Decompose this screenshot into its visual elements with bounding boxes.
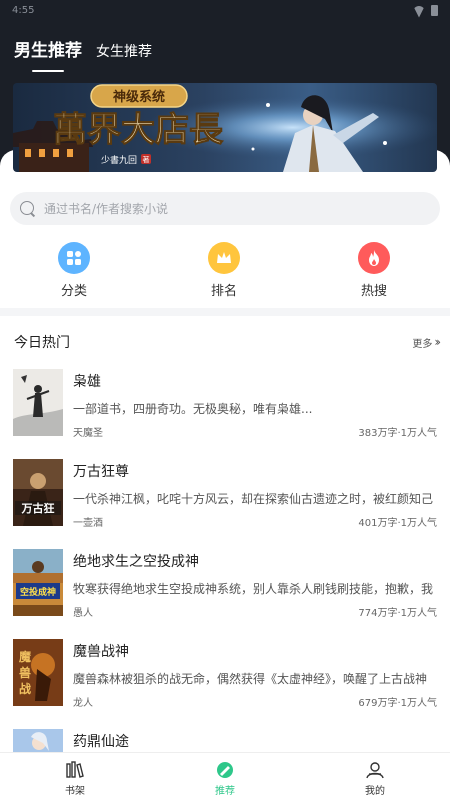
- book-item[interactable]: 万古狂 万古狂尊 一代杀神江枫，叱咤十方风云，却在探索仙古遗迹之时，被红颜知己 …: [13, 459, 437, 529]
- book-author: 愚人: [73, 608, 93, 619]
- book-cover: 万古狂: [13, 459, 63, 526]
- wifi-icon: [413, 6, 425, 15]
- book-description: 牧寒获得绝地求生空投成神系统，别人靠杀人刷钱刷技能，抱歉，我: [73, 582, 434, 596]
- book-title: 万古狂尊: [73, 464, 129, 480]
- profile-icon: [366, 762, 384, 779]
- book-title: 药鼎仙途: [73, 734, 129, 750]
- search-icon: [20, 200, 36, 217]
- svg-text:空投成神: 空投成神: [20, 586, 56, 598]
- book-author: 一壶酒: [73, 518, 103, 529]
- nav-label: 书架: [65, 786, 85, 797]
- book-title: 绝地求生之空投成神: [73, 554, 199, 570]
- book-meta: 383万字·1万人气: [358, 428, 437, 439]
- book-author: 天魔圣: [73, 428, 103, 439]
- nav-label: 我的: [365, 786, 385, 797]
- quick-action-label: 分类: [60, 284, 87, 299]
- book-cover: 魔 兽 战: [13, 639, 63, 706]
- tab-male-recommend[interactable]: 男生推荐: [14, 36, 82, 72]
- hot-section-header: 今日热门 更多 ››: [14, 332, 441, 352]
- book-title: 魔兽战神: [73, 644, 129, 660]
- book-description: 魔兽森林被狙杀的战无命，偶然获得《太虚神经》，唤醒了上古战神: [73, 672, 428, 686]
- top-tabs: 男生推荐 女生推荐: [14, 36, 152, 72]
- book-meta: 774万字·1万人气: [358, 608, 437, 619]
- banner-badge: 神级系统: [113, 89, 165, 104]
- search-placeholder: 通过书名/作者搜索小说: [44, 202, 169, 216]
- more-button[interactable]: 更多 ››: [412, 335, 440, 350]
- svg-text:兽: 兽: [19, 665, 31, 680]
- more-label: 更多: [412, 338, 433, 350]
- quick-action-category[interactable]: 分类: [39, 242, 109, 299]
- bottom-nav: 书架 推荐 我的: [0, 752, 450, 800]
- svg-text:魔: 魔: [19, 649, 32, 664]
- fire-icon: [358, 242, 390, 274]
- battery-icon: [431, 4, 438, 16]
- bookshelf-icon: [66, 761, 84, 778]
- crown-icon: [208, 242, 240, 274]
- quick-action-hot-search[interactable]: 热搜: [339, 242, 409, 299]
- nav-bookshelf[interactable]: 书架: [45, 761, 105, 797]
- quick-action-label: 排名: [210, 284, 237, 299]
- svg-text:战: 战: [19, 681, 31, 696]
- status-time: 4:55: [12, 4, 35, 16]
- category-icon: [58, 242, 90, 274]
- book-author: 龙人: [73, 698, 93, 709]
- recommend-icon: [217, 762, 233, 778]
- status-bar: 4:55: [0, 0, 450, 20]
- banner-author: 少書九回: [101, 154, 137, 166]
- tab-female-recommend[interactable]: 女生推荐: [96, 41, 152, 61]
- section-divider: [0, 308, 450, 316]
- book-item[interactable]: 空投成神 绝地求生之空投成神 牧寒获得绝地求生空投成神系统，别人靠杀人刷钱刷技能…: [13, 549, 437, 619]
- svg-text:万古狂: 万古狂: [21, 501, 55, 515]
- quick-action-label: 热搜: [360, 284, 387, 299]
- book-cover: 空投成神: [13, 549, 63, 616]
- book-item[interactable]: 魔 兽 战 魔兽战神 魔兽森林被狙杀的战无命，偶然获得《太虚神经》，唤醒了上古战…: [13, 639, 437, 709]
- banner-seal: 著: [143, 155, 150, 164]
- quick-action-ranking[interactable]: 排名: [189, 242, 259, 299]
- section-title: 今日热门: [14, 335, 70, 351]
- book-item[interactable]: 枭雄 一部道书，四册奇功。无极奥秘，唯有枭雄... 天魔圣 383万字·1万人气: [13, 369, 437, 439]
- search-bar[interactable]: 通过书名/作者搜索小说: [10, 192, 440, 225]
- book-meta: 401万字·1万人气: [358, 518, 437, 529]
- book-title: 枭雄: [73, 374, 101, 390]
- nav-profile[interactable]: 我的: [345, 761, 405, 797]
- banner-title: 萬界大店長: [53, 110, 224, 150]
- book-meta: 679万字·1万人气: [358, 698, 437, 709]
- nav-label: 推荐: [215, 786, 235, 797]
- book-cover: [13, 369, 63, 436]
- book-description: 一代杀神江枫，叱咤十方风云，却在探索仙古遗迹之时，被红颜知己: [73, 492, 434, 506]
- status-icons: [413, 4, 438, 16]
- promo-banner[interactable]: 神级系统 萬界大店長 少書九回 著: [13, 83, 437, 172]
- double-chevron-right-icon: ››: [434, 335, 440, 349]
- book-description: 一部道书，四册奇功。无极奥秘，唯有枭雄...: [73, 402, 313, 416]
- nav-recommend[interactable]: 推荐: [195, 761, 255, 797]
